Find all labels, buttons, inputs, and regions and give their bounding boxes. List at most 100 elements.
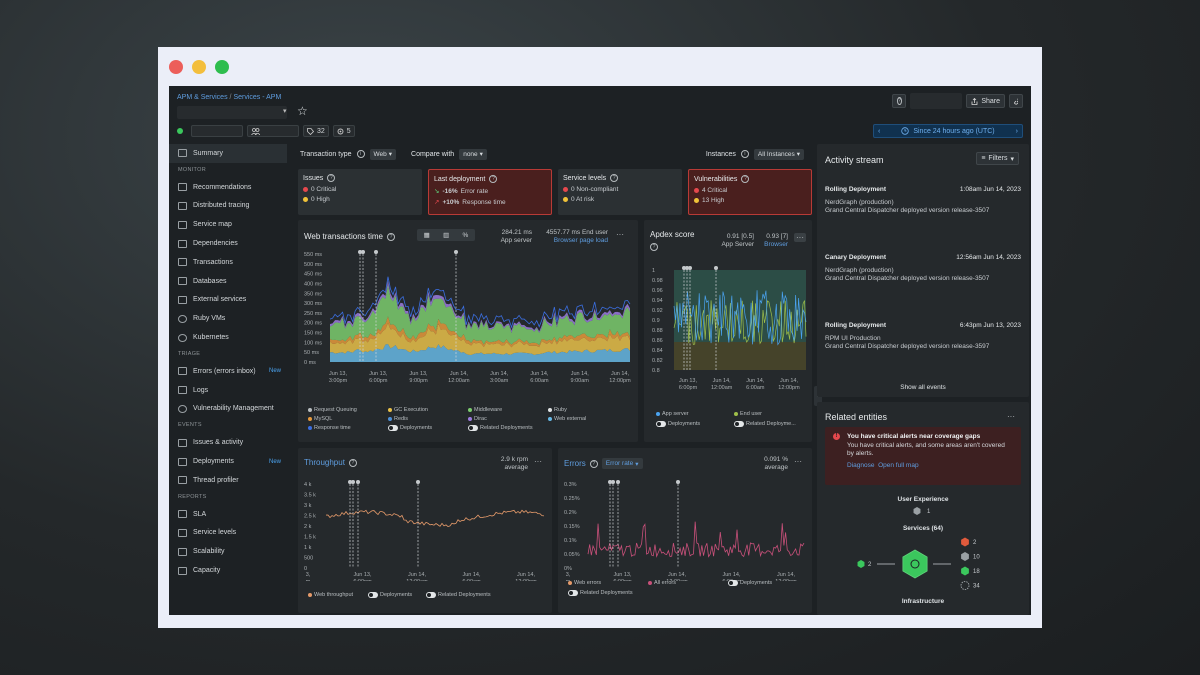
info-icon[interactable]: i (740, 150, 749, 158)
sidebar-item-recommendations[interactable]: Recommendations (169, 178, 287, 197)
toggle-switch[interactable] (734, 421, 744, 427)
legend-toggle[interactable]: Deployments (388, 425, 432, 431)
close-window-dot[interactable] (169, 60, 183, 74)
help-icon[interactable]: ? (348, 458, 357, 467)
legend-toggle[interactable]: Related Deployments (426, 592, 491, 598)
minimize-window-dot[interactable] (192, 60, 206, 74)
legend-item[interactable]: Request Queuing (308, 407, 357, 413)
apdex-chart[interactable]: 1 0.98 0.96 0.94 0.92 0.9 0.88 0.86 0.84 0.82 0.8 J… (644, 262, 812, 407)
vulnerabilities-card[interactable]: Vulnerabilities? 4 Critical 13 High (688, 169, 812, 215)
sidebar-item-scalability[interactable]: Scalability (169, 542, 287, 561)
legend-item[interactable]: Web throughput (308, 592, 353, 598)
legend-toggle[interactable]: Deployments (728, 580, 772, 586)
diagnose-link[interactable]: Diagnose (847, 462, 874, 469)
time-prev-chevron-icon[interactable]: ‹ (878, 128, 880, 135)
toggle-switch[interactable] (568, 590, 578, 596)
entity-name-redacted[interactable] (177, 106, 287, 119)
browser-page-load-link[interactable]: Browser page load (538, 237, 608, 245)
throughput-chart[interactable]: 4 k3.5 k3 k2.5 k2 k1.5 k1 k50003,mJun 13… (298, 476, 552, 581)
compare-select[interactable]: none ▾ (459, 148, 487, 160)
help-icon[interactable]: ? (650, 243, 658, 251)
redacted-button[interactable] (910, 93, 963, 109)
open-full-map-link[interactable]: Open full map (878, 462, 918, 469)
bar-chart-icon[interactable]: ▥ (443, 231, 449, 239)
toggle-switch[interactable] (468, 425, 478, 431)
activity-item[interactable]: Rolling Deployment 1:08am Jun 14, 2023 Ne… (825, 186, 1021, 216)
sidebar-item-distributed-tracing[interactable]: Distributed tracing (169, 197, 287, 216)
legend-item[interactable]: Middleware (468, 407, 502, 413)
sidebar-item-service-map[interactable]: Service map (169, 215, 287, 234)
percent-icon[interactable]: % (463, 232, 469, 239)
service-levels-card[interactable]: Service levels? 0 Non-compliant 0 At ris… (558, 169, 682, 215)
sidebar-item-dependencies[interactable]: Dependencies (169, 234, 287, 253)
sidebar-item-summary[interactable]: Summary (169, 144, 287, 163)
legend-item[interactable]: MySQL (308, 416, 332, 422)
sidebar-item-external-services[interactable]: External services (169, 291, 287, 310)
more-options-icon[interactable]: ··· (794, 233, 806, 242)
sidebar-item-vulnerability-management[interactable]: Vulnerability Management (169, 400, 287, 419)
legend-toggle[interactable]: Related Deployments (568, 590, 633, 596)
info-icon[interactable]: i (356, 150, 365, 158)
sidebar-item-issues-activity[interactable]: Issues & activity (169, 433, 287, 452)
throughput-title[interactable]: Throughput? (304, 458, 357, 467)
toggle-switch[interactable] (728, 580, 738, 586)
transaction-type-select[interactable]: Web ▾ (369, 148, 397, 160)
sidebar-item-thread-profiler[interactable]: Thread profiler (169, 471, 287, 490)
legend-item[interactable]: Web errors (568, 580, 601, 586)
breadcrumb-apm[interactable]: APM & Services (177, 94, 228, 101)
sidebar-item-kubernetes[interactable]: Kubernetes (169, 328, 287, 347)
sidebar-item-capacity[interactable]: Capacity (169, 561, 287, 580)
legend-item[interactable]: Redis (388, 416, 408, 422)
time-next-chevron-icon[interactable]: › (1016, 128, 1018, 135)
activity-item[interactable]: Canary Deployment 12:56am Jun 14, 2023 Ne… (825, 254, 1021, 284)
legend-item[interactable]: Ruby (548, 407, 567, 413)
toggle-switch[interactable] (656, 421, 666, 427)
tags-box[interactable]: 32 (303, 125, 329, 137)
favorite-star-icon[interactable]: ☆ (297, 104, 308, 118)
more-options-icon[interactable]: ··· (616, 230, 624, 239)
help-button[interactable]: ? (892, 94, 907, 108)
legend-toggle[interactable]: Related Deployments (468, 425, 533, 431)
more-options-icon[interactable]: ··· (794, 457, 802, 466)
errors-title[interactable]: Errors? Error rate ▾ (564, 458, 643, 469)
legend-item[interactable]: Dirac (468, 416, 487, 422)
more-options-icon[interactable]: ··· (534, 457, 542, 466)
errors-metric-select[interactable]: Error rate ▾ (601, 458, 643, 469)
sidebar-item-sla[interactable]: SLA (169, 505, 287, 524)
activity-item[interactable]: Rolling Deployment 6:43pm Jun 13, 2023 RP… (825, 322, 1021, 352)
more-options-icon[interactable]: ··· (1007, 412, 1015, 421)
filters-button[interactable]: ≡ Filters ▾ (976, 152, 1019, 165)
last-deployment-card[interactable]: Last deployment? ↘ -16% Error rate ↗ +10% Re… (428, 169, 552, 215)
sidebar-item-service-levels[interactable]: Service levels (169, 524, 287, 543)
toggle-switch[interactable] (368, 592, 378, 598)
errors-chart[interactable]: 0.3%0.25%0.2%0.15%0.1%0.05%0%3,mJun 13,6… (558, 476, 812, 581)
settings-box[interactable]: 5 (332, 125, 355, 137)
sidebar-item-databases[interactable]: Databases (169, 272, 287, 291)
sidebar-item-deployments[interactable]: Deployments New (169, 452, 287, 471)
legend-item[interactable]: End user (734, 411, 762, 417)
legend-item[interactable]: All errors (648, 580, 676, 586)
legend-item[interactable]: Response time (308, 425, 351, 431)
sidebar-item-logs[interactable]: Logs (169, 381, 287, 400)
area-chart-icon[interactable]: ▦ (424, 231, 430, 239)
legend-item[interactable]: Web external (548, 416, 586, 422)
legend-item[interactable]: GC Execution (388, 407, 428, 413)
share-button[interactable]: Share (966, 94, 1005, 108)
help-icon[interactable]: ? (589, 459, 598, 468)
time-picker[interactable]: ‹ Since 24 hours ago (UTC) › (873, 124, 1023, 138)
help-icon[interactable]: ? (610, 174, 619, 182)
toggle-switch[interactable] (426, 592, 436, 598)
legend-item[interactable]: App server (656, 411, 689, 417)
help-icon[interactable]: ? (327, 174, 336, 182)
help-icon[interactable]: ? (387, 232, 395, 241)
chevron-down-icon[interactable]: ▾ (283, 107, 287, 115)
legend-toggle[interactable]: Deployments (368, 592, 412, 598)
legend-toggle[interactable]: Related Deployme... (734, 421, 796, 427)
sidebar-item-errors-inbox[interactable]: Errors (errors inbox) New (169, 362, 287, 381)
related-entities-map[interactable]: User Experience 1 Services (64) 2 2 10 18 34 Inf… (817, 494, 1029, 614)
sidebar-item-transactions[interactable]: Transactions (169, 253, 287, 272)
team-owner-box[interactable] (247, 125, 299, 137)
entity-guid-redacted[interactable] (191, 125, 243, 137)
help-icon[interactable]: ? (489, 175, 498, 183)
legend-toggle[interactable]: Deployments (656, 421, 700, 427)
